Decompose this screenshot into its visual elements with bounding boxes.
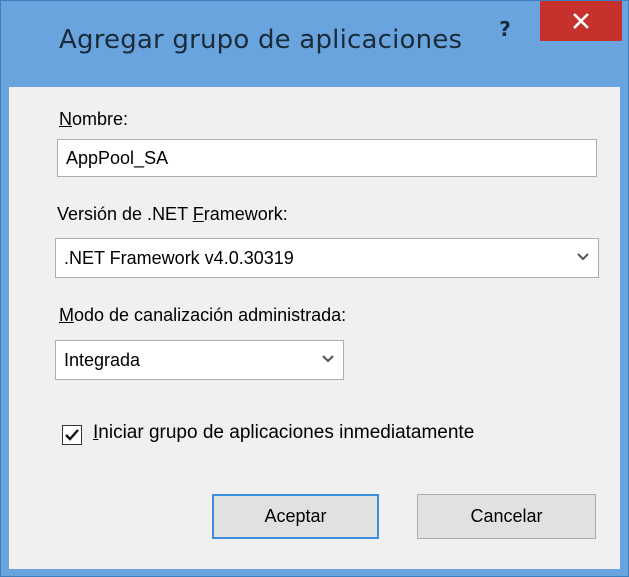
framework-label: Versión de .NET Framework: xyxy=(57,204,288,224)
checkmark-icon xyxy=(65,429,79,441)
help-button[interactable]: ? xyxy=(481,9,529,49)
name-input[interactable]: AppPool_SA xyxy=(57,139,597,177)
close-icon xyxy=(573,13,589,29)
start-immediately-checkbox[interactable] xyxy=(62,425,82,445)
start-immediately-label: Iniciar grupo de aplicaciones inmediatam… xyxy=(93,422,475,443)
pipeline-mode-select[interactable]: Integrada xyxy=(55,340,344,380)
name-label: Nombre: xyxy=(59,109,129,129)
close-button[interactable] xyxy=(540,1,622,41)
framework-select-value: .NET Framework v4.0.30319 xyxy=(64,248,294,268)
title-bar[interactable]: Agregar grupo de aplicaciones ? xyxy=(1,1,628,87)
dialog-title: Agregar grupo de aplicaciones xyxy=(59,25,463,55)
chevron-down-icon xyxy=(322,355,334,363)
dialog-body: Nombre: AppPool_SA Versión de .NET Frame… xyxy=(9,87,620,569)
pipeline-mode-select-value: Integrada xyxy=(64,350,141,370)
dialog-window: Agregar grupo de aplicaciones ? Nombre: … xyxy=(0,0,629,577)
help-icon: ? xyxy=(499,17,511,41)
ok-button[interactable]: Aceptar xyxy=(212,494,379,539)
chevron-down-icon xyxy=(577,253,589,261)
cancel-button[interactable]: Cancelar xyxy=(417,494,596,539)
framework-select[interactable]: .NET Framework v4.0.30319 xyxy=(55,238,599,278)
pipeline-mode-label: Modo de canalización administrada: xyxy=(59,305,347,325)
